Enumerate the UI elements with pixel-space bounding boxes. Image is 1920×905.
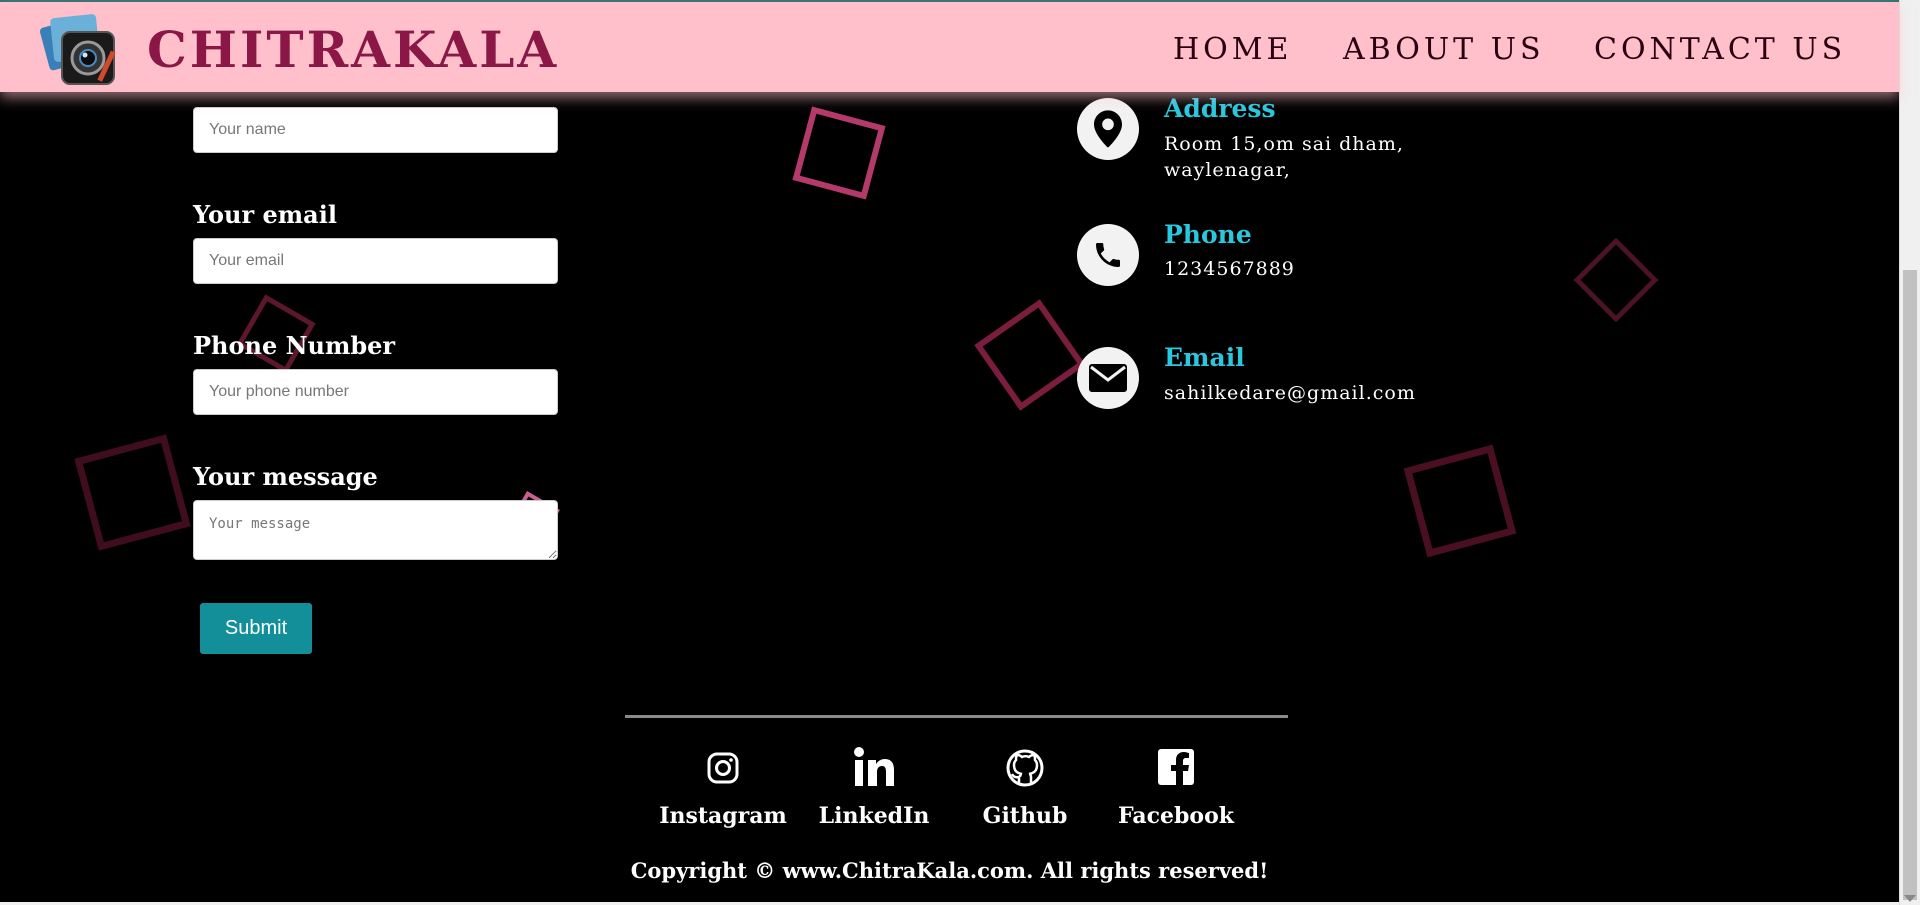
camera-logo-icon[interactable] bbox=[40, 10, 124, 90]
decor-square bbox=[74, 434, 191, 551]
github-icon[interactable] bbox=[1005, 745, 1045, 790]
email-value: sahilkedare@gmail.com bbox=[1164, 382, 1416, 404]
submit-button[interactable]: Submit bbox=[200, 603, 312, 654]
decor-square bbox=[792, 106, 886, 200]
email-label: Your email bbox=[193, 200, 337, 229]
phone-icon-circle bbox=[1077, 224, 1139, 286]
decor-square bbox=[1573, 237, 1659, 323]
linkedin-icon[interactable] bbox=[852, 745, 896, 790]
nav-contact-us[interactable]: CONTACT US bbox=[1594, 32, 1846, 67]
email-title: Email bbox=[1164, 343, 1245, 372]
instagram-label[interactable]: Instagram bbox=[653, 803, 793, 829]
site-header: CHITRAKALA HOME ABOUT US CONTACT US bbox=[0, 2, 1899, 92]
vertical-scrollbar[interactable] bbox=[1899, 0, 1920, 905]
social-github[interactable]: Github bbox=[955, 745, 1095, 829]
facebook-icon[interactable] bbox=[1156, 745, 1196, 790]
decor-square bbox=[1403, 444, 1517, 558]
phone-label: Phone Number bbox=[193, 331, 396, 360]
message-label: Your message bbox=[193, 462, 378, 491]
envelope-icon bbox=[1089, 364, 1127, 392]
instagram-icon[interactable] bbox=[703, 745, 743, 790]
email-icon-circle bbox=[1077, 347, 1139, 409]
scrollbar-thumb[interactable] bbox=[1903, 270, 1917, 900]
brand-name[interactable]: CHITRAKALA bbox=[147, 20, 559, 79]
phone-title: Phone bbox=[1164, 220, 1252, 249]
facebook-label[interactable]: Facebook bbox=[1106, 803, 1246, 829]
social-facebook[interactable]: Facebook bbox=[1106, 745, 1246, 829]
phone-icon bbox=[1096, 243, 1120, 267]
address-title: Address bbox=[1164, 94, 1276, 123]
location-pin-icon bbox=[1094, 110, 1122, 148]
social-instagram[interactable]: Instagram bbox=[653, 745, 793, 829]
github-label[interactable]: Github bbox=[955, 803, 1095, 829]
message-textarea[interactable] bbox=[193, 500, 558, 560]
linkedin-label[interactable]: LinkedIn bbox=[804, 803, 944, 829]
scroll-down-arrow-icon[interactable] bbox=[1904, 895, 1916, 902]
nav-about-us[interactable]: ABOUT US bbox=[1343, 32, 1545, 67]
copyright-text: Copyright © www.ChitraKala.com. All righ… bbox=[630, 858, 1269, 883]
footer-divider bbox=[625, 715, 1288, 718]
phone-input[interactable] bbox=[193, 369, 558, 415]
name-input[interactable] bbox=[193, 107, 558, 153]
address-line-1: Room 15,om sai dham, bbox=[1164, 133, 1404, 155]
social-linkedin[interactable]: LinkedIn bbox=[804, 745, 944, 829]
phone-value: 1234567889 bbox=[1164, 258, 1295, 280]
address-line-2: waylenagar, bbox=[1164, 159, 1291, 181]
email-input[interactable] bbox=[193, 238, 558, 284]
address-icon-circle bbox=[1077, 98, 1139, 160]
nav-home[interactable]: HOME bbox=[1173, 32, 1292, 67]
decor-square bbox=[974, 299, 1086, 411]
